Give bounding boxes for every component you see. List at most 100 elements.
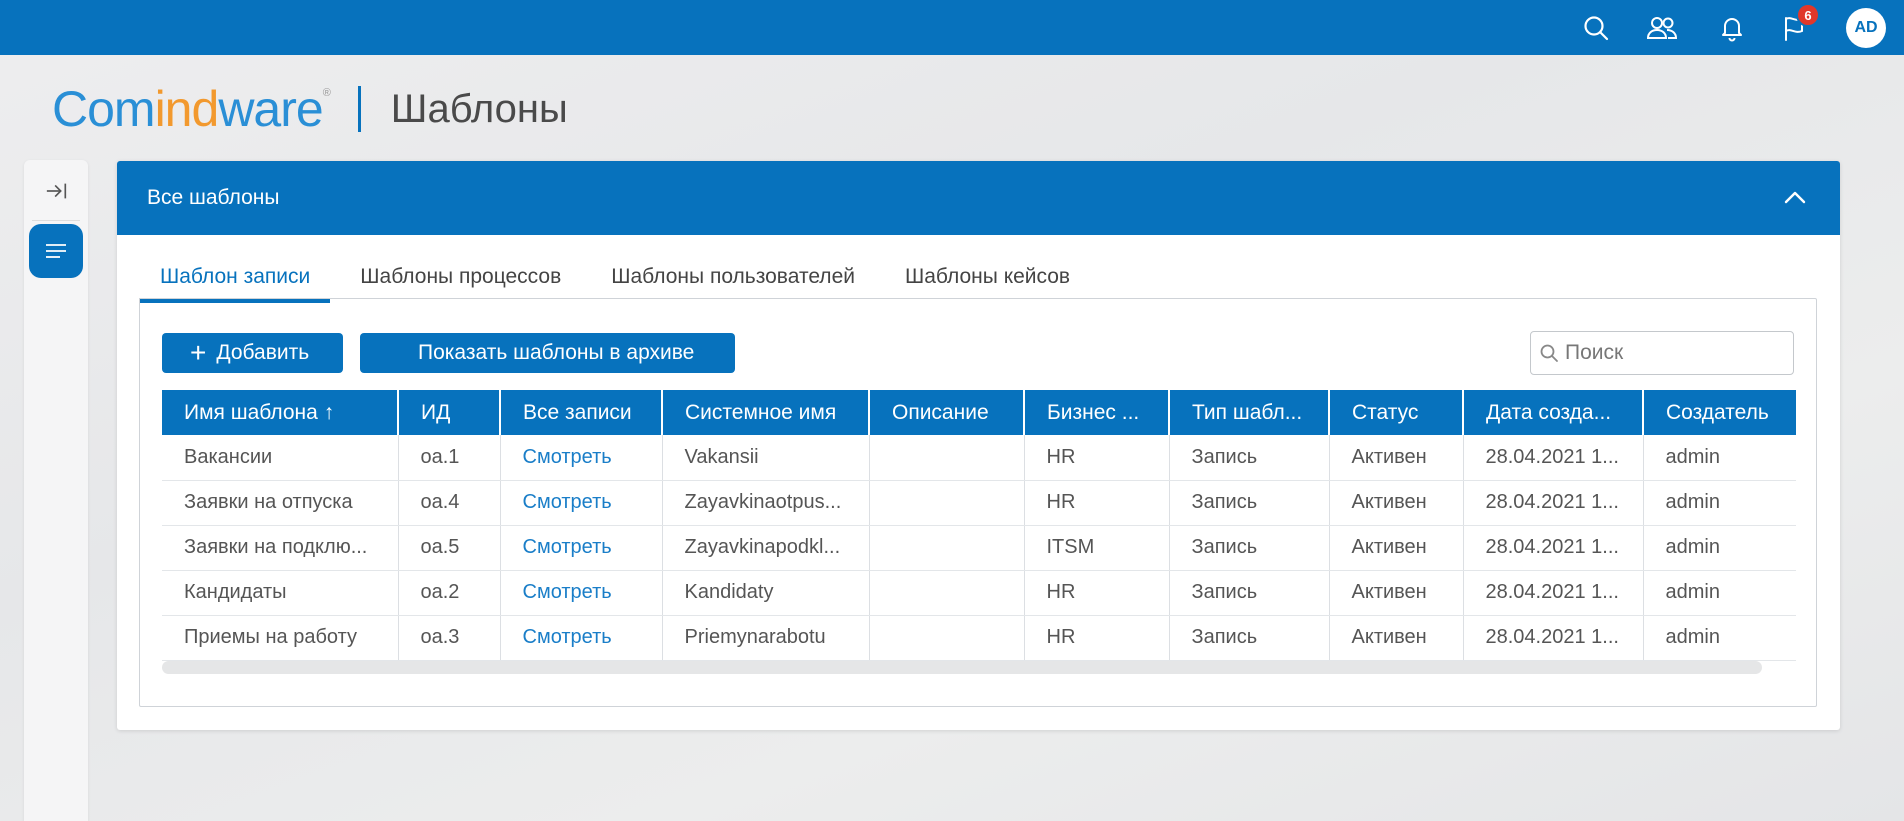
table-row[interactable]: Вакансии oa.1 Смотреть Vakansii HR Запис… xyxy=(162,435,1796,481)
table-row[interactable]: Приемы на работу oa.3 Смотреть Priemynar… xyxy=(162,615,1796,661)
collapse-panel-button[interactable] xyxy=(1780,183,1810,213)
templates-panel: Все шаблоны Шаблон записи Шаблоны процес… xyxy=(117,161,1840,730)
brand-header: Comindware® Шаблоны xyxy=(52,84,568,134)
show-archive-button[interactable]: Показать шаблоны в архиве xyxy=(360,333,735,373)
cell-creator: admin xyxy=(1643,570,1796,616)
column-header-all-records[interactable]: Все записи xyxy=(500,390,663,435)
table-header-row: Имя шаблона ↑ ИД Все записи Системное имя… xyxy=(162,390,1796,435)
cell-id: oa.3 xyxy=(398,615,501,661)
left-sidebar xyxy=(24,160,88,821)
cell-creator: admin xyxy=(1643,480,1796,526)
bell-icon[interactable] xyxy=(1716,12,1748,44)
cell-status: Активен xyxy=(1329,570,1464,616)
cell-business: ITSM xyxy=(1024,525,1170,571)
column-header-system-name[interactable]: Системное имя xyxy=(662,390,870,435)
plus-icon: + xyxy=(190,337,207,368)
table-row[interactable]: Заявки на подклю... oa.5 Смотреть Zayavk… xyxy=(162,525,1796,571)
view-records-link[interactable]: Смотреть xyxy=(500,570,663,616)
cell-type: Запись xyxy=(1169,570,1330,616)
users-icon[interactable] xyxy=(1646,12,1678,44)
column-header-status[interactable]: Статус xyxy=(1329,390,1464,435)
search-icon xyxy=(1540,344,1558,362)
menu-icon xyxy=(46,244,66,258)
view-records-link[interactable]: Смотреть xyxy=(500,480,663,526)
cell-type: Запись xyxy=(1169,435,1330,481)
cell-created-date: 28.04.2021 1... xyxy=(1463,570,1644,616)
brand-divider xyxy=(357,86,361,132)
expand-sidebar-icon[interactable] xyxy=(42,176,72,206)
cell-creator: admin xyxy=(1643,435,1796,481)
cell-system-name: Zayavkinapodkl... xyxy=(662,525,870,571)
cell-name: Кандидаты xyxy=(162,570,399,616)
menu-button[interactable] xyxy=(29,224,83,278)
cell-id: oa.2 xyxy=(398,570,501,616)
search-icon[interactable] xyxy=(1580,12,1612,44)
cell-status: Активен xyxy=(1329,435,1464,481)
column-header-template-type[interactable]: Тип шабл... xyxy=(1169,390,1330,435)
column-header-business[interactable]: Бизнес ... xyxy=(1024,390,1170,435)
table-row[interactable]: Заявки на отпуска oa.4 Смотреть Zayavkin… xyxy=(162,480,1796,526)
cell-business: HR xyxy=(1024,435,1170,481)
logo-text-part3: ware xyxy=(218,81,323,137)
cell-status: Активен xyxy=(1329,480,1464,526)
cell-creator: admin xyxy=(1643,525,1796,571)
view-records-link[interactable]: Смотреть xyxy=(500,525,663,571)
notifications-badge: 6 xyxy=(1796,3,1820,27)
user-avatar[interactable]: AD xyxy=(1846,8,1886,48)
comindware-logo: Comindware® xyxy=(52,81,331,137)
cell-system-name: Vakansii xyxy=(662,435,870,481)
cell-id: oa.5 xyxy=(398,525,501,571)
column-header-description[interactable]: Описание xyxy=(869,390,1025,435)
cell-business: HR xyxy=(1024,570,1170,616)
cell-created-date: 28.04.2021 1... xyxy=(1463,525,1644,571)
cell-name: Заявки на отпуска xyxy=(162,480,399,526)
cell-business: HR xyxy=(1024,615,1170,661)
cell-type: Запись xyxy=(1169,480,1330,526)
column-header-label: Имя шаблона xyxy=(184,400,318,424)
table-row[interactable]: Кандидаты oa.2 Смотреть Kandidaty HR Зап… xyxy=(162,570,1796,616)
flag-icon[interactable]: 6 xyxy=(1778,3,1820,44)
search-box xyxy=(1530,331,1794,375)
cell-status: Активен xyxy=(1329,615,1464,661)
view-records-link[interactable]: Смотреть xyxy=(500,615,663,661)
top-bar: 6 AD xyxy=(0,0,1904,55)
panel-title: Все шаблоны xyxy=(147,186,280,209)
cell-name: Вакансии xyxy=(162,435,399,481)
cell-created-date: 28.04.2021 1... xyxy=(1463,615,1644,661)
cell-description xyxy=(869,525,1025,571)
panel-header: Все шаблоны xyxy=(117,161,1840,235)
cell-creator: admin xyxy=(1643,615,1796,661)
cell-type: Запись xyxy=(1169,615,1330,661)
logo-text-part2: ind xyxy=(154,81,220,137)
column-header-creator[interactable]: Создатель xyxy=(1643,390,1796,435)
page-title: Шаблоны xyxy=(390,86,568,131)
search-input[interactable] xyxy=(1565,341,1785,365)
cell-status: Активен xyxy=(1329,525,1464,571)
cell-name: Заявки на подклю... xyxy=(162,525,399,571)
template-tabs: Шаблон записи Шаблоны процессов Шаблоны … xyxy=(140,259,1100,303)
view-records-link[interactable]: Смотреть xyxy=(500,435,663,481)
show-archive-label: Показать шаблоны в архиве xyxy=(418,341,695,364)
cell-business: HR xyxy=(1024,480,1170,526)
cell-description xyxy=(869,480,1025,526)
cell-type: Запись xyxy=(1169,525,1330,571)
cell-name: Приемы на работу xyxy=(162,615,399,661)
add-button[interactable]: + Добавить xyxy=(162,333,343,373)
column-header-id[interactable]: ИД xyxy=(398,390,501,435)
column-header-name[interactable]: Имя шаблона ↑ xyxy=(162,390,399,435)
cell-system-name: Zayavkinaotpus... xyxy=(662,480,870,526)
tab-content: + Добавить Показать шаблоны в архиве Имя… xyxy=(139,298,1817,707)
cell-description xyxy=(869,615,1025,661)
column-header-created-date[interactable]: Дата созда... xyxy=(1463,390,1644,435)
cell-id: oa.1 xyxy=(398,435,501,481)
cell-description xyxy=(869,435,1025,481)
cell-system-name: Kandidaty xyxy=(662,570,870,616)
templates-table: Имя шаблона ↑ ИД Все записи Системное имя… xyxy=(162,390,1796,661)
add-button-label: Добавить xyxy=(216,341,310,364)
sort-ascending-icon: ↑ xyxy=(323,400,335,424)
horizontal-scrollbar[interactable] xyxy=(162,661,1762,674)
sidebar-divider xyxy=(32,220,80,221)
logo-registered-mark: ® xyxy=(322,87,331,99)
cell-created-date: 28.04.2021 1... xyxy=(1463,480,1644,526)
cell-system-name: Priemynarabotu xyxy=(662,615,870,661)
